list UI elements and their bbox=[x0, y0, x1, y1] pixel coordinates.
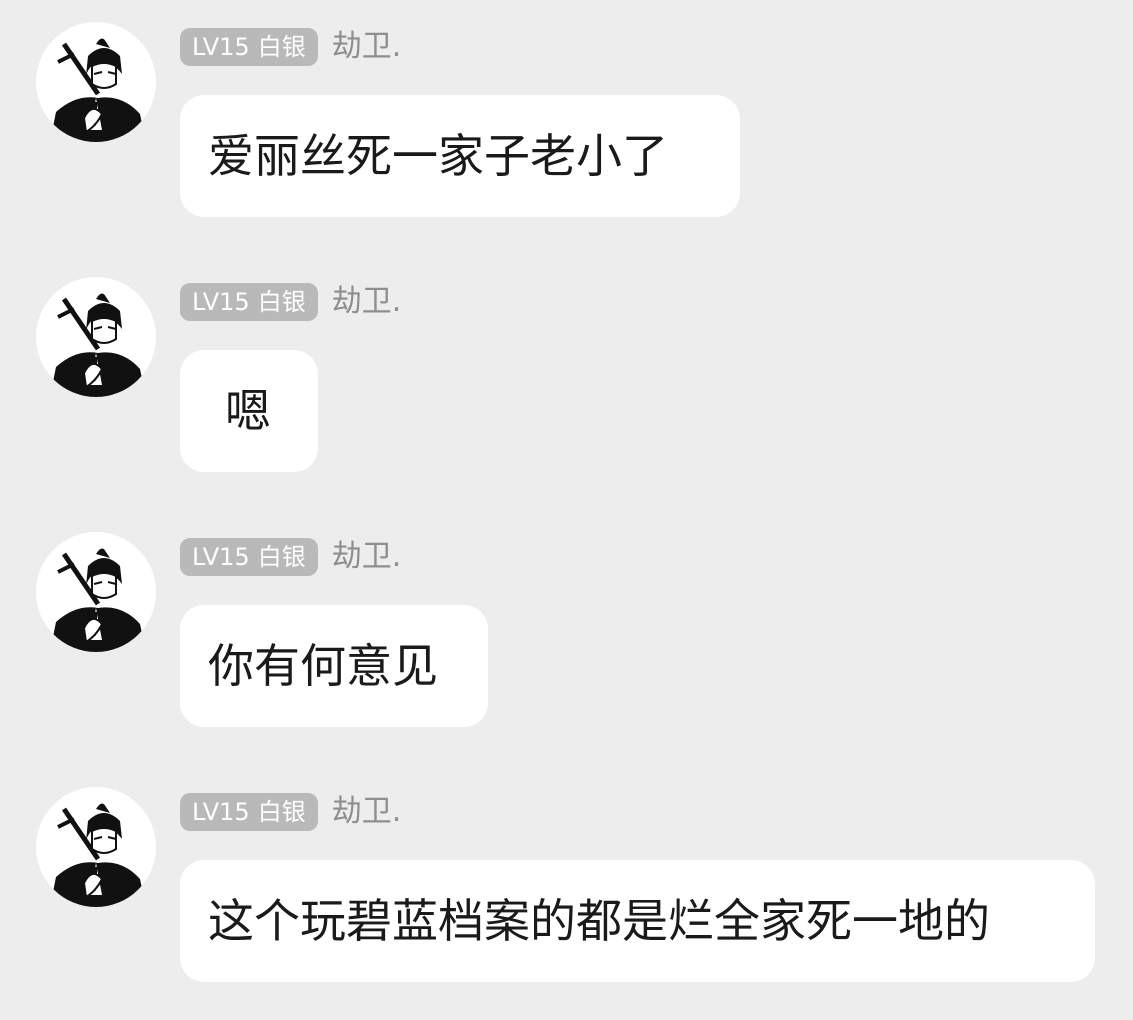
sender-name[interactable]: 劫卫. bbox=[332, 793, 402, 831]
anime-character-avatar-icon bbox=[50, 548, 146, 652]
avatar[interactable] bbox=[36, 787, 156, 907]
badge-rank: 白银 bbox=[257, 288, 306, 316]
badge-level: LV15 bbox=[192, 288, 250, 316]
message-bubble[interactable]: 这个玩碧蓝档案的都是烂全家死一地的 bbox=[180, 860, 1095, 982]
badge-level: LV15 bbox=[192, 543, 250, 571]
badge-rank: 白银 bbox=[257, 33, 306, 61]
sender-name[interactable]: 劫卫. bbox=[332, 538, 402, 576]
level-badge: LV15 白银 bbox=[180, 283, 318, 321]
badge-level: LV15 bbox=[192, 33, 250, 61]
chat-list: LV15 白银 劫卫. 爱丽丝死一家子老小了 LV15 白银 劫卫. 嗯 LV1… bbox=[0, 0, 1133, 1012]
message-bubble[interactable]: 你有何意见 bbox=[180, 605, 488, 727]
avatar[interactable] bbox=[36, 277, 156, 397]
anime-character-avatar-icon bbox=[50, 293, 146, 397]
anime-character-avatar-icon bbox=[50, 803, 146, 907]
chat-message: LV15 白银 劫卫. 爱丽丝死一家子老小了 bbox=[0, 0, 1133, 255]
level-badge: LV15 白银 bbox=[180, 538, 318, 576]
anime-character-avatar-icon bbox=[50, 38, 146, 142]
badge-level: LV15 bbox=[192, 798, 250, 826]
avatar[interactable] bbox=[36, 532, 156, 652]
chat-message: LV15 白银 劫卫. 这个玩碧蓝档案的都是烂全家死一地的 bbox=[0, 765, 1133, 1020]
level-badge: LV15 白银 bbox=[180, 793, 318, 831]
badge-rank: 白银 bbox=[257, 543, 306, 571]
message-bubble[interactable]: 爱丽丝死一家子老小了 bbox=[180, 95, 740, 217]
message-bubble[interactable]: 嗯 bbox=[180, 350, 318, 472]
sender-info: LV15 白银 劫卫. bbox=[180, 283, 401, 321]
chat-message: LV15 白银 劫卫. 嗯 bbox=[0, 255, 1133, 510]
sender-name[interactable]: 劫卫. bbox=[332, 28, 402, 66]
chat-message: LV15 白银 劫卫. 你有何意见 bbox=[0, 510, 1133, 765]
sender-name[interactable]: 劫卫. bbox=[332, 283, 402, 321]
avatar[interactable] bbox=[36, 22, 156, 142]
sender-info: LV15 白银 劫卫. bbox=[180, 538, 401, 576]
badge-rank: 白银 bbox=[257, 798, 306, 826]
level-badge: LV15 白银 bbox=[180, 28, 318, 66]
sender-info: LV15 白银 劫卫. bbox=[180, 28, 401, 66]
sender-info: LV15 白银 劫卫. bbox=[180, 793, 401, 831]
